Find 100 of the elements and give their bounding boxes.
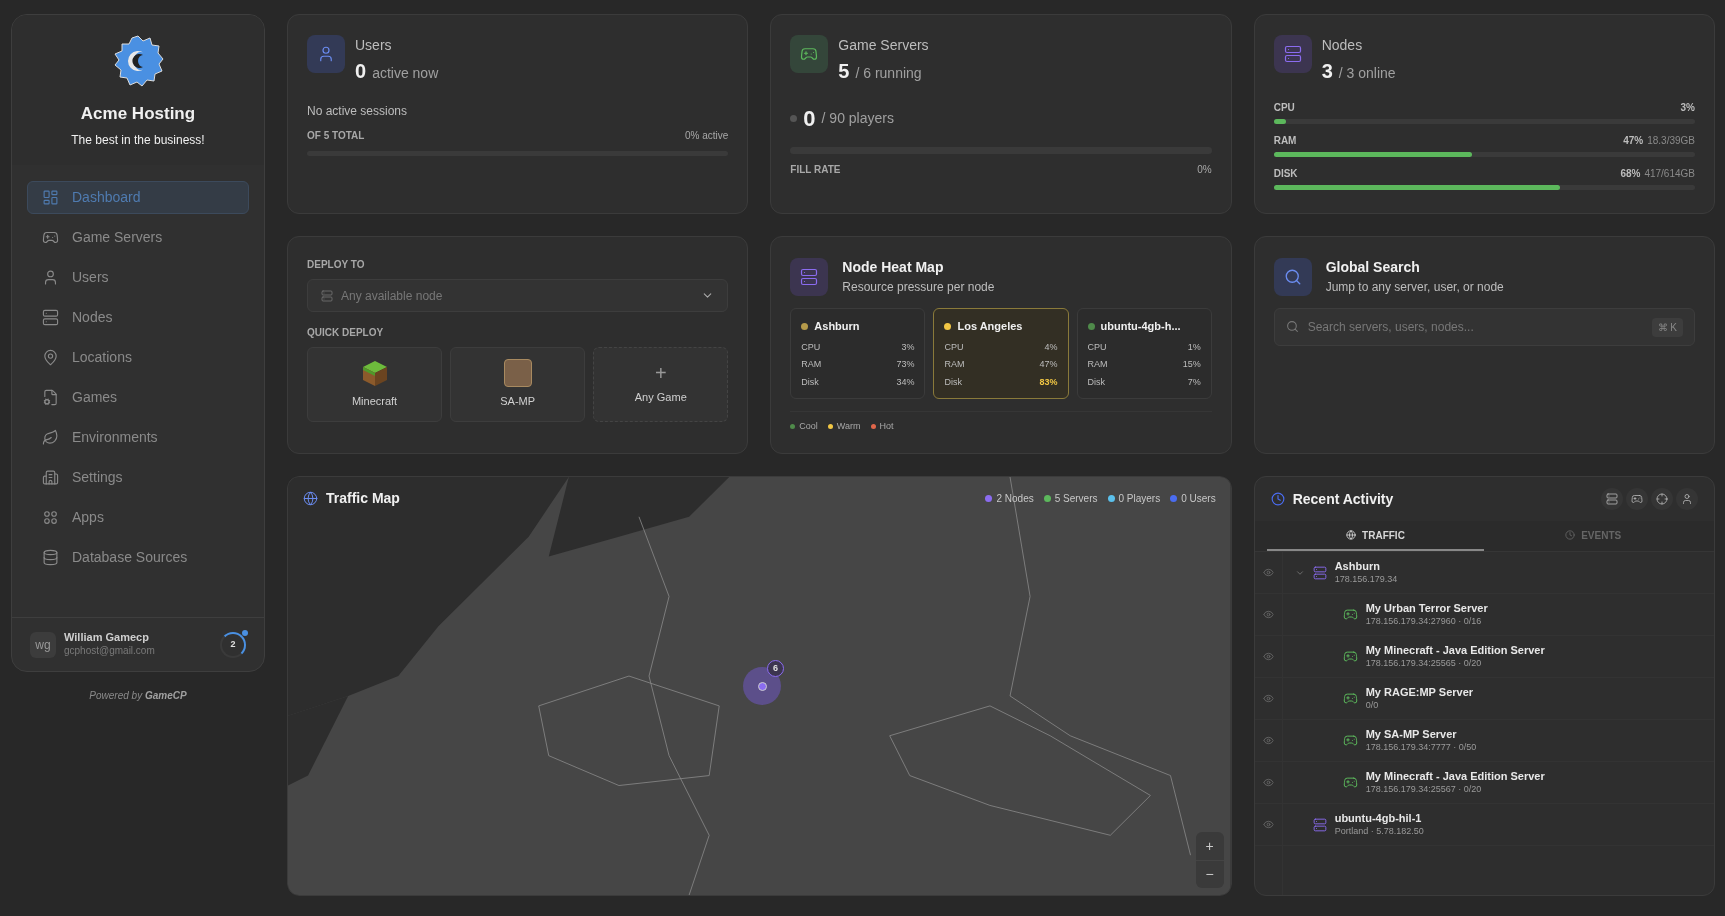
- stat-value: 0: [355, 59, 367, 84]
- eye-icon[interactable]: [1262, 735, 1274, 746]
- clock-icon: [1270, 492, 1285, 506]
- node-heat-card[interactable]: Los Angeles CPU 4% RAM 47% Disk 83%: [933, 308, 1069, 399]
- gamepad-icon: [1631, 493, 1643, 505]
- nav-item[interactable]: Nodes: [27, 300, 249, 334]
- legend-label: Hot: [879, 420, 894, 433]
- meter-detail: 417/614GB: [1644, 167, 1695, 181]
- eye-icon[interactable]: [1262, 651, 1274, 662]
- eye-icon[interactable]: [1262, 693, 1274, 704]
- activity-name: My SA-MP Server: [1365, 728, 1458, 742]
- deploy-label: DEPLOY TO: [307, 258, 366, 272]
- node-name: Los Angeles: [957, 319, 1023, 334]
- meter-percent: 3%: [1680, 101, 1695, 115]
- leaf-icon: [42, 428, 59, 446]
- nav-item[interactable]: Game Servers: [27, 220, 249, 254]
- game-label: Any Game: [634, 390, 687, 406]
- nav-item[interactable]: Database Sources: [27, 540, 249, 574]
- metric-value: 34%: [896, 375, 915, 389]
- eye-icon[interactable]: [1262, 609, 1274, 620]
- nav-item[interactable]: Dashboard: [27, 180, 249, 214]
- activity-name: My Minecraft - Java Edition Server: [1365, 770, 1545, 784]
- legend-label: 0 Users: [1181, 492, 1216, 506]
- stat-value: 5: [838, 59, 850, 84]
- server-icon: [1312, 817, 1327, 832]
- nav-item[interactable]: Apps: [27, 500, 249, 534]
- eye-icon[interactable]: [1262, 819, 1274, 830]
- metric-label: Disk: [1087, 375, 1106, 389]
- meter-percent: 47%: [1623, 134, 1644, 148]
- activity-detail: 178.156.179.34:7777 · 0/50: [1365, 741, 1477, 753]
- eye-icon[interactable]: [1262, 777, 1274, 788]
- sessions-note: No active sessions: [307, 103, 409, 120]
- stat-suffix: / 3 online: [1338, 64, 1396, 83]
- server-icon: [1312, 565, 1327, 580]
- node-name: Ashburn: [814, 319, 860, 334]
- filter-button[interactable]: [1676, 488, 1698, 510]
- shortcut-key: ⌘ K: [1651, 318, 1683, 337]
- eye-icon[interactable]: [1262, 567, 1274, 578]
- nav-item[interactable]: Environments: [27, 420, 249, 454]
- node-heat-card[interactable]: Ashburn CPU 3% RAM 73% Disk 34%: [790, 308, 926, 399]
- fill-rate-value: 0%: [1197, 163, 1212, 177]
- server-icon: [42, 308, 59, 326]
- metric-label: Disk: [801, 375, 819, 389]
- nav-item[interactable]: Users: [27, 260, 249, 294]
- metric-label: CPU: [1087, 340, 1107, 354]
- nav-item[interactable]: Games: [27, 380, 249, 414]
- meter-label: CPU: [1273, 101, 1295, 115]
- legend-label: 2 Nodes: [996, 492, 1034, 506]
- nav-item[interactable]: Locations: [27, 340, 249, 374]
- metric-label: RAM: [1087, 358, 1108, 371]
- map-pin-icon: [42, 348, 59, 366]
- filter-button[interactable]: [1651, 488, 1673, 510]
- metric-label: Disk: [944, 375, 962, 389]
- gamepad-icon: [1342, 733, 1358, 748]
- filter-button[interactable]: [1601, 488, 1623, 510]
- brand-name: Acme Hosting: [80, 103, 196, 125]
- meter-label: RAM: [1273, 134, 1297, 148]
- powered-by-brand: GameCP: [144, 690, 187, 701]
- user-icon: [42, 268, 59, 286]
- gamepad-icon: [1342, 649, 1358, 664]
- metric-label: CPU: [801, 340, 821, 354]
- game-label: Minecraft: [351, 394, 398, 410]
- nav-item[interactable]: Settings: [27, 460, 249, 494]
- game-tile[interactable]: + Any Game: [593, 347, 729, 422]
- server-icon: [321, 289, 333, 302]
- activity-detail: Portland · 5.78.182.50: [1334, 825, 1424, 837]
- tab[interactable]: EVENTS: [1484, 521, 1702, 551]
- card-subtitle: Resource pressure per node: [842, 279, 995, 296]
- node-heat-card[interactable]: ubuntu-4gb-h... CPU 1% RAM 15% Disk 7%: [1076, 308, 1212, 399]
- game-tile[interactable]: Minecraft: [307, 347, 443, 422]
- progress-ring[interactable]: 2: [220, 631, 246, 658]
- search-icon: [1283, 267, 1302, 286]
- powered-by-label: Powered by: [89, 690, 143, 701]
- building-icon: [42, 468, 59, 486]
- activity-detail: 178.156.179.34:27960 · 0/16: [1365, 615, 1483, 627]
- user-icon: [317, 45, 335, 63]
- gamepad-icon: [1342, 607, 1358, 622]
- legend-label: Cool: [799, 420, 818, 433]
- tab[interactable]: TRAFFIC: [1266, 521, 1485, 551]
- map-title: Traffic Map: [326, 489, 400, 508]
- card-title: Recent Activity: [1292, 489, 1394, 509]
- node-select[interactable]: Any available node: [307, 279, 729, 312]
- zoom-out-button[interactable]: −: [1195, 860, 1224, 888]
- filter-button[interactable]: [1626, 488, 1648, 510]
- total-label: OF 5 TOTAL: [307, 129, 365, 143]
- metric-value: 83%: [1039, 375, 1058, 389]
- server-icon: [1283, 45, 1302, 63]
- card-title: Nodes: [1321, 36, 1364, 55]
- activity-detail: 0/0: [1365, 699, 1380, 711]
- game-tile[interactable]: SA-MP: [450, 347, 586, 422]
- search-icon: [1285, 320, 1299, 333]
- players-suffix: / 90 players: [821, 109, 894, 128]
- activity-detail: 178.156.179.34: [1334, 573, 1398, 585]
- clock-icon: [1565, 530, 1576, 540]
- zoom-in-button[interactable]: +: [1195, 832, 1224, 860]
- legend-label: Warm: [836, 420, 861, 433]
- activity-name: My Urban Terror Server: [1365, 602, 1488, 616]
- activity-detail: 178.156.179.34:25567 · 0/20: [1365, 783, 1483, 795]
- meter-detail: 18.3/39GB: [1647, 134, 1695, 148]
- database-icon: [42, 548, 59, 566]
